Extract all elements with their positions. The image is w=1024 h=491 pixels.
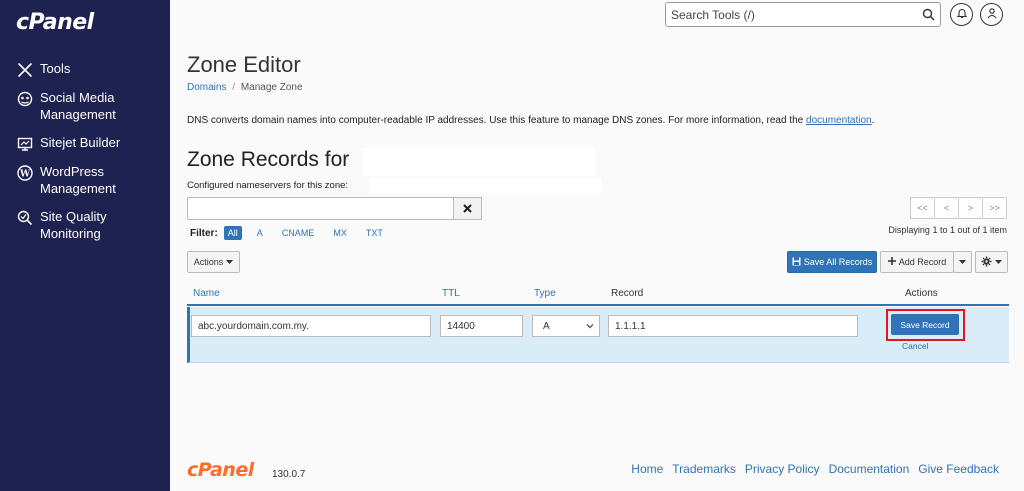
footer-links: Home Trademarks Privacy Policy Documenta…	[631, 462, 999, 476]
records-table-header: Name TTL Type Record Actions	[187, 284, 1009, 306]
column-record-header: Record	[611, 288, 644, 299]
filter-cname[interactable]: CNAME	[278, 226, 319, 240]
sidebar-item-label: Social Media Management	[40, 90, 116, 122]
wordpress-icon: W	[16, 164, 34, 182]
sidebar-item-wordpress[interactable]: W WordPress Management	[16, 163, 150, 197]
add-record-button[interactable]: Add Record	[880, 251, 954, 273]
page-description: DNS converts domain names into computer-…	[187, 115, 874, 126]
add-record-label: Add Record	[898, 257, 947, 267]
column-actions-header: Actions	[905, 288, 938, 299]
close-icon	[463, 200, 472, 218]
last-page-button[interactable]: >>	[982, 197, 1007, 219]
footer-link-documentation[interactable]: Documentation	[829, 462, 910, 476]
chevron-down-icon	[586, 322, 594, 333]
search-box	[665, 2, 941, 27]
footer-link-home[interactable]: Home	[631, 462, 663, 476]
record-name-input[interactable]	[191, 315, 431, 337]
cpanel-logo[interactable]: cPanel	[16, 10, 94, 35]
notifications-button[interactable]	[950, 3, 973, 26]
documentation-link[interactable]: documentation	[806, 115, 872, 126]
sidebar-item-label: WordPress Management	[40, 164, 116, 196]
sidebar-item-label: Sitejet Builder	[40, 135, 121, 150]
clear-filter-button[interactable]	[454, 197, 482, 220]
sidebar: cPanel Tools Social Media Management Sit…	[0, 0, 170, 491]
actions-label: Actions	[193, 257, 224, 267]
version-number: 130.0.7	[272, 469, 306, 480]
redacted-domain	[363, 148, 595, 176]
description-end: .	[871, 115, 875, 126]
first-page-button[interactable]: <<	[910, 197, 935, 219]
record-type-value: A	[543, 320, 550, 332]
user-icon	[986, 6, 998, 24]
settings-dropdown-button[interactable]	[975, 251, 1008, 273]
record-type-select[interactable]: A	[532, 315, 600, 337]
user-button[interactable]	[980, 3, 1003, 26]
next-page-button[interactable]: >	[958, 197, 983, 219]
sidebar-item-social-media[interactable]: Social Media Management	[16, 89, 150, 123]
social-media-icon	[16, 90, 34, 108]
filter-a[interactable]: A	[253, 226, 267, 240]
search-icon[interactable]	[922, 8, 935, 26]
filter-label: Filter:	[190, 227, 218, 239]
sidebar-item-label: Site Quality Monitoring	[40, 209, 107, 241]
column-ttl-header[interactable]: TTL	[442, 288, 460, 299]
filter-txt[interactable]: TXT	[362, 226, 387, 240]
site-quality-icon	[16, 209, 34, 227]
filter-bar: Filter: All A CNAME MX TXT	[190, 226, 398, 240]
gear-icon	[981, 256, 992, 269]
highlight-box	[886, 309, 965, 341]
caret-down-icon	[226, 257, 234, 267]
table-row: A Save Record Cancel	[187, 307, 1009, 363]
caret-down-icon	[995, 257, 1002, 267]
breadcrumb-current: Manage Zone	[240, 82, 303, 93]
filter-all[interactable]: All	[223, 226, 242, 240]
record-value-input[interactable]	[608, 315, 858, 337]
nameservers-label: Configured nameservers for this zone:	[187, 180, 349, 191]
filter-search-input[interactable]	[187, 197, 454, 220]
sitejet-icon	[16, 135, 34, 153]
record-ttl-input[interactable]	[440, 315, 523, 337]
column-type-header[interactable]: Type	[534, 288, 556, 299]
description-text: DNS converts domain names into computer-…	[187, 115, 807, 126]
filter-mx[interactable]: MX	[329, 226, 351, 240]
save-all-records-button[interactable]: Save All Records	[787, 251, 877, 273]
sidebar-item-tools[interactable]: Tools	[16, 60, 150, 79]
breadcrumb-separator: /	[232, 82, 236, 93]
breadcrumb-domains-link[interactable]: Domains	[187, 82, 226, 93]
add-record-dropdown-button[interactable]	[953, 251, 972, 273]
page-title: Zone Editor	[187, 52, 301, 77]
footer-link-feedback[interactable]: Give Feedback	[918, 462, 999, 476]
save-all-label: Save All Records	[803, 257, 873, 267]
footer-link-privacy[interactable]: Privacy Policy	[745, 462, 820, 476]
bell-icon	[956, 6, 968, 24]
sidebar-item-label: Tools	[40, 61, 71, 76]
plus-icon	[887, 257, 896, 267]
column-name-header[interactable]: Name	[193, 288, 220, 299]
footer-cpanel-logo: cPanel	[187, 459, 254, 481]
svg-text:W: W	[19, 170, 31, 180]
cancel-link[interactable]: Cancel	[902, 341, 928, 351]
zone-records-title: Zone Records for	[187, 148, 350, 171]
sidebar-item-sitejet[interactable]: Sitejet Builder	[16, 134, 150, 153]
breadcrumb: Domains / Manage Zone	[187, 82, 303, 93]
tools-icon	[16, 61, 34, 79]
top-bar	[170, 0, 1024, 34]
search-input[interactable]	[671, 6, 911, 24]
footer-link-trademarks[interactable]: Trademarks	[672, 462, 736, 476]
caret-down-icon	[959, 257, 966, 267]
displaying-count: Displaying 1 to 1 out of 1 item	[888, 225, 1007, 235]
floppy-icon	[792, 257, 801, 268]
redacted-nameservers	[369, 179, 601, 193]
pagination: << < > >>	[910, 197, 1007, 219]
prev-page-button[interactable]: <	[934, 197, 959, 219]
sidebar-item-site-quality[interactable]: Site Quality Monitoring	[16, 208, 150, 242]
actions-dropdown-button[interactable]: Actions	[187, 251, 240, 273]
